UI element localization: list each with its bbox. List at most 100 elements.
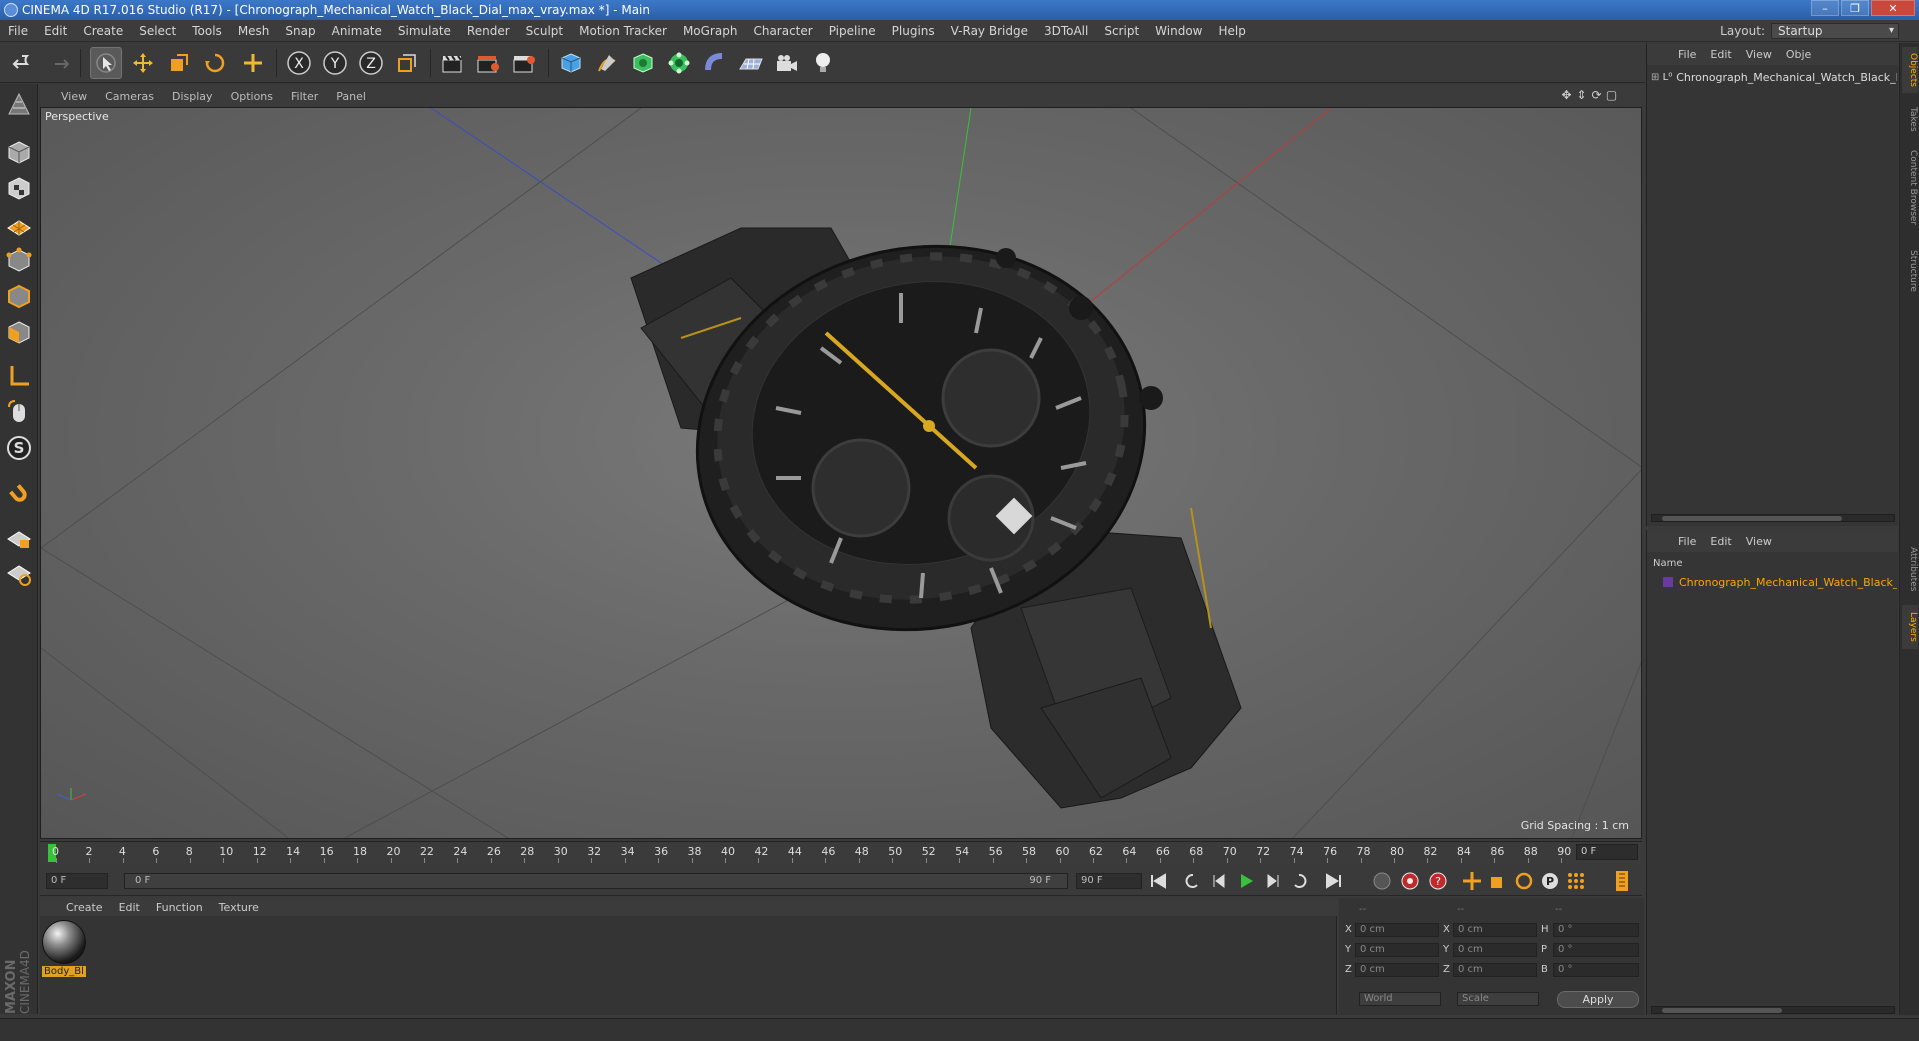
obj-menu-objects[interactable]: Obje <box>1786 48 1811 61</box>
layer-menu-edit[interactable]: Edit <box>1710 535 1731 548</box>
lock-workplane-button[interactable] <box>3 522 35 554</box>
viewport-menu-cameras[interactable]: Cameras <box>105 90 154 103</box>
viewport-menu-view[interactable]: View <box>61 90 87 103</box>
orbit-icon[interactable]: ⟳ <box>1589 88 1604 103</box>
scale-button[interactable] <box>163 47 195 79</box>
render-to-picture-viewer-button[interactable] <box>472 47 504 79</box>
menu-animate[interactable]: Animate <box>324 20 390 42</box>
edges-mode-button[interactable] <box>3 280 35 312</box>
position-y-field[interactable]: 0 cm <box>1355 943 1439 957</box>
max-frame-field[interactable]: 90 F <box>1076 873 1142 889</box>
previous-key-button[interactable] <box>1178 869 1202 893</box>
menu-help[interactable]: Help <box>1210 20 1253 42</box>
make-editable-button[interactable] <box>3 88 35 120</box>
coordinate-system-button[interactable] <box>391 47 423 79</box>
key-parameter-button[interactable]: P <box>1538 869 1562 893</box>
render-view-button[interactable] <box>436 47 468 79</box>
maximize-view-icon[interactable]: ▢ <box>1604 88 1619 103</box>
key-pla-button[interactable] <box>1564 869 1588 893</box>
menu-3dtoall[interactable]: 3DToAll <box>1036 20 1096 42</box>
timeline-window-button[interactable] <box>1610 869 1634 893</box>
layer-menu-view[interactable]: View <box>1746 535 1772 548</box>
menu-mograph[interactable]: MoGraph <box>675 20 746 42</box>
render-settings-button[interactable] <box>508 47 540 79</box>
subdivision-surface-button[interactable] <box>627 47 659 79</box>
light-button[interactable] <box>807 47 839 79</box>
frame-range-slider[interactable]: 0 F 90 F <box>124 873 1068 889</box>
go-to-start-button[interactable] <box>1146 869 1170 893</box>
menu-pipeline[interactable]: Pipeline <box>821 20 884 42</box>
go-to-end-button[interactable] <box>1322 869 1346 893</box>
timeline-ruler[interactable]: 0 2 4 6 8 10 12 14 16 18 20 22 24 26 28 30 32 34 36 38 40 42 4… <box>40 841 1642 863</box>
position-x-field[interactable]: 0 cm <box>1355 923 1439 937</box>
camera-button[interactable] <box>771 47 803 79</box>
model-mode-button[interactable] <box>3 136 35 168</box>
mat-menu-function[interactable]: Function <box>156 901 203 914</box>
object-manager-scrollbar[interactable] <box>1651 514 1895 522</box>
size-z-field[interactable]: 0 cm <box>1453 963 1537 977</box>
layer-row[interactable]: Chronograph_Mechanical_Watch_Black_ <box>1651 574 1897 590</box>
position-z-field[interactable]: 0 cm <box>1355 963 1439 977</box>
menu-edit[interactable]: Edit <box>36 20 75 42</box>
dolly-icon[interactable]: ⇕ <box>1574 88 1589 103</box>
recent-tool-button[interactable] <box>237 47 269 79</box>
apply-button[interactable]: Apply <box>1557 991 1639 1008</box>
points-mode-button[interactable] <box>3 244 35 276</box>
maximize-button[interactable]: ❐ <box>1841 0 1869 16</box>
polygons-mode-button[interactable] <box>3 316 35 348</box>
axis-mode-button[interactable] <box>3 360 35 392</box>
key-position-button[interactable] <box>1460 869 1484 893</box>
menu-mesh[interactable]: Mesh <box>230 20 278 42</box>
workplane-mode-button[interactable] <box>3 208 35 240</box>
expand-icon[interactable]: ⊞ <box>1651 72 1663 83</box>
y-axis-lock-button[interactable]: Y <box>319 47 351 79</box>
deformer-button[interactable] <box>699 47 731 79</box>
layer-menu-file[interactable]: File <box>1678 535 1696 548</box>
pen-spline-button[interactable] <box>591 47 623 79</box>
timeline-end-frame-field[interactable]: 0 F <box>1576 844 1638 860</box>
size-mode-dropdown[interactable]: Scale <box>1457 992 1539 1006</box>
redo-button[interactable] <box>42 47 74 79</box>
size-x-field[interactable]: 0 cm <box>1453 923 1537 937</box>
viewport-menu-panel[interactable]: Panel <box>336 90 366 103</box>
rotation-h-field[interactable]: 0 ° <box>1553 923 1639 937</box>
menu-create[interactable]: Create <box>75 20 131 42</box>
previous-frame-button[interactable] <box>1206 869 1230 893</box>
menu-motion-tracker[interactable]: Motion Tracker <box>571 20 675 42</box>
current-frame-field[interactable]: 0 F <box>46 873 108 889</box>
menu-select[interactable]: Select <box>131 20 184 42</box>
z-axis-lock-button[interactable]: Z <box>355 47 387 79</box>
rotation-p-field[interactable]: 0 ° <box>1553 943 1639 957</box>
texture-mode-button[interactable] <box>3 172 35 204</box>
menu-vray-bridge[interactable]: V-Ray Bridge <box>943 20 1036 42</box>
rotation-b-field[interactable]: 0 ° <box>1553 963 1639 977</box>
tab-structure[interactable]: Structure <box>1902 241 1918 301</box>
autokeying-button[interactable]: ? <box>1426 869 1450 893</box>
coordinate-space-dropdown[interactable]: World <box>1359 992 1441 1006</box>
next-frame-button[interactable] <box>1262 869 1286 893</box>
object-row[interactable]: ⊞ L⁰ Chronograph_Mechanical_Watch_Black_… <box>1651 69 1897 85</box>
menu-render[interactable]: Render <box>459 20 518 42</box>
menu-simulate[interactable]: Simulate <box>390 20 459 42</box>
tweak-mode-button[interactable] <box>3 396 35 428</box>
minimize-button[interactable]: – <box>1811 0 1839 16</box>
tab-objects[interactable]: Objects <box>1902 47 1918 93</box>
play-button[interactable] <box>1234 869 1258 893</box>
mat-menu-create[interactable]: Create <box>66 901 103 914</box>
motion-record-button[interactable] <box>1370 869 1394 893</box>
live-selection-button[interactable] <box>90 47 122 79</box>
layer-manager-scrollbar[interactable] <box>1651 1006 1895 1014</box>
undo-button[interactable] <box>8 47 40 79</box>
tab-takes[interactable]: Takes <box>1902 101 1918 137</box>
viewport-menu-filter[interactable]: Filter <box>291 90 318 103</box>
3d-viewport[interactable]: Perspective Grid Spacing : 1 cm <box>40 107 1642 839</box>
size-y-field[interactable]: 0 cm <box>1453 943 1537 957</box>
viewport-menu-options[interactable]: Options <box>231 90 273 103</box>
obj-menu-view[interactable]: View <box>1746 48 1772 61</box>
tab-layers[interactable]: Layers <box>1902 605 1918 649</box>
rotate-button[interactable] <box>199 47 231 79</box>
cloner-button[interactable] <box>663 47 695 79</box>
obj-menu-file[interactable]: File <box>1678 48 1696 61</box>
key-rotation-button[interactable] <box>1512 869 1536 893</box>
mat-menu-texture[interactable]: Texture <box>219 901 259 914</box>
